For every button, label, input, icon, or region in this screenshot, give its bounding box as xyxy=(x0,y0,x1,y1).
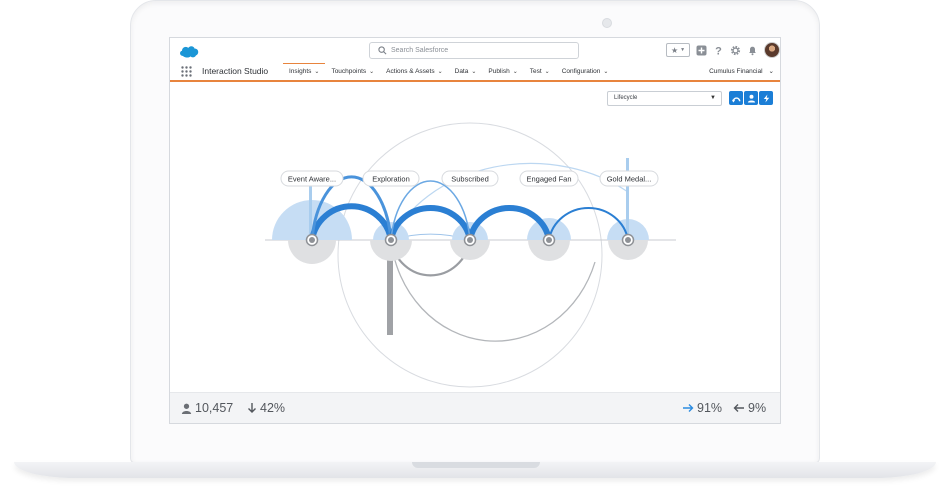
node-dot xyxy=(384,233,398,247)
stats-footer: 10,457 42% 91% 9% xyxy=(170,392,780,423)
star-icon: ★ xyxy=(670,45,679,55)
nav-item-data[interactable]: Data ⌄ xyxy=(449,63,483,80)
chevron-down-icon: ▼ xyxy=(680,47,686,53)
app-launcher-icon[interactable] xyxy=(181,66,192,77)
stage-label-gold-medal[interactable]: Gold Medal... xyxy=(599,170,659,187)
user-count-value: 10,457 xyxy=(195,401,234,415)
flow-arc-light xyxy=(390,162,629,241)
camera xyxy=(602,18,612,28)
view-select-value: Lifecycle xyxy=(614,95,638,101)
drop-rate-stat: 42% xyxy=(247,401,285,415)
svg-text:Subscribed: Subscribed xyxy=(451,175,489,184)
svg-text:Gold Medal...: Gold Medal... xyxy=(607,175,652,184)
drop-rate-value: 42% xyxy=(260,401,286,415)
add-icon[interactable] xyxy=(696,45,707,56)
arrow-left-icon xyxy=(733,404,744,412)
app-navbar: Interaction Studio Insights ⌄ Touchpoints… xyxy=(170,63,780,82)
chevron-down-icon: ⌄ xyxy=(512,69,518,75)
svg-text:Engaged Fan: Engaged Fan xyxy=(526,175,571,184)
search-box[interactable]: Search Salesforce xyxy=(369,42,579,59)
nav-items: Insights ⌄ Touchpoints ⌄ Actions & Assets ⌄… xyxy=(283,63,615,82)
stage-label-subscribed[interactable]: Subscribed xyxy=(441,170,499,187)
gear-icon[interactable] xyxy=(730,45,741,56)
user-icon xyxy=(747,94,755,103)
view-button-group xyxy=(729,91,773,105)
account-switcher[interactable]: Cumulus Financial ⌄ xyxy=(709,63,774,80)
lightning-icon xyxy=(763,93,769,103)
flow-loop-gray xyxy=(390,239,596,342)
forward-rate-value: 91% xyxy=(697,401,723,415)
global-header: Search Salesforce ★ ▼ ? xyxy=(170,38,780,63)
user-count-stat: 10,457 xyxy=(181,401,233,415)
svg-text:Exploration: Exploration xyxy=(372,175,410,184)
help-icon[interactable]: ? xyxy=(713,45,724,56)
nav-item-configuration[interactable]: Configuration ⌄ xyxy=(556,63,615,80)
user-view-button[interactable] xyxy=(744,91,758,105)
app-name: Interaction Studio xyxy=(202,66,269,76)
node-dot xyxy=(542,233,556,247)
search-icon xyxy=(378,46,387,55)
laptop-notch xyxy=(412,462,540,468)
nav-item-touchpoints[interactable]: Touchpoints ⌄ xyxy=(325,63,380,80)
nav-item-actions-assets[interactable]: Actions & Assets ⌄ xyxy=(380,63,448,80)
lifecycle-content: Event Aware... Exploration Subscribed En… xyxy=(170,82,780,392)
favorites-button[interactable]: ★ ▼ xyxy=(666,43,690,57)
actions-view-button[interactable] xyxy=(759,91,773,105)
node-dot xyxy=(463,233,477,247)
node-dot xyxy=(621,233,635,247)
salesforce-logo-icon[interactable] xyxy=(178,43,200,59)
chevron-down-icon: ⌄ xyxy=(768,68,774,75)
node-dot xyxy=(305,233,319,247)
view-select[interactable]: Lifecycle ▼ xyxy=(607,91,722,106)
forward-rate-stat: 91% xyxy=(682,401,722,415)
search-placeholder: Search Salesforce xyxy=(391,47,449,54)
stage-label-event-aware[interactable]: Event Aware... xyxy=(280,170,344,187)
flow-view-button[interactable] xyxy=(729,91,743,105)
back-rate-stat: 9% xyxy=(733,401,766,415)
app-screen: Search Salesforce ★ ▼ ? Interaction Stud… xyxy=(169,37,781,424)
lifecycle-flow-diagram: Event Aware... Exploration Subscribed En… xyxy=(265,122,676,388)
chevron-down-icon: ⌄ xyxy=(544,69,550,75)
nav-item-insights[interactable]: Insights ⌄ xyxy=(283,63,326,82)
nav-item-publish[interactable]: Publish ⌄ xyxy=(482,63,523,80)
chevron-down-icon: ⌄ xyxy=(314,69,320,75)
chevron-down-icon: ⌄ xyxy=(369,69,375,75)
arrow-right-icon xyxy=(683,404,694,412)
avatar[interactable] xyxy=(764,42,780,58)
arc-icon xyxy=(731,96,740,102)
stage-label-engaged-fan[interactable]: Engaged Fan xyxy=(519,170,579,187)
header-icons: ★ ▼ ? xyxy=(666,42,780,58)
chevron-down-icon: ▼ xyxy=(710,95,716,101)
svg-text:?: ? xyxy=(715,45,722,56)
chevron-down-icon: ⌄ xyxy=(471,69,477,75)
stage-label-exploration[interactable]: Exploration xyxy=(362,170,420,187)
svg-text:Event Aware...: Event Aware... xyxy=(288,175,336,184)
nav-item-test[interactable]: Test ⌄ xyxy=(524,63,556,80)
bell-icon[interactable] xyxy=(747,45,758,56)
chevron-down-icon: ⌄ xyxy=(437,69,443,75)
back-rate-value: 9% xyxy=(748,401,767,415)
arrow-down-icon xyxy=(248,403,256,413)
chevron-down-icon: ⌄ xyxy=(603,69,609,75)
user-icon xyxy=(181,403,192,414)
node-event-aware[interactable] xyxy=(272,182,352,264)
